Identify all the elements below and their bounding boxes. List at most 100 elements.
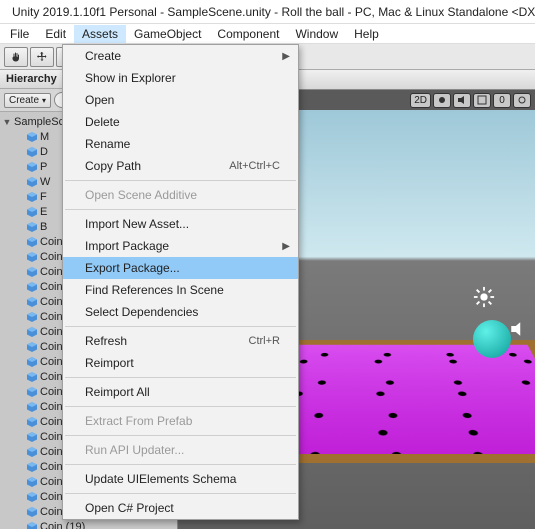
create-dropdown-button[interactable]: Create ▾ [4,93,51,108]
submenu-arrow-icon: ▶ [282,241,290,252]
gizmos-icon [517,95,527,105]
menu-item-label: Refresh [85,334,127,348]
assets-context-menu: Create ▶ Show in Explorer Open Delete Rename C… [62,44,299,520]
tree-item-label: F [40,191,47,203]
menubar-item-assets[interactable]: Assets [74,25,126,43]
menubar-item-file[interactable]: File [2,25,37,43]
move-tool-button[interactable] [30,47,54,67]
gameobject-icon [26,146,38,158]
menubar-item-gameobject[interactable]: GameObject [126,25,209,43]
menu-item-label: Run API Updater... [85,443,184,457]
prefab-icon [26,446,38,458]
menu-separator [65,493,296,494]
prefab-icon [26,371,38,383]
menu-item-rename[interactable]: Rename [63,133,298,155]
menu-item-reimport-all[interactable]: Reimport All [63,381,298,403]
tree-item-label: M [40,131,49,143]
directional-light-gizmo-icon [473,286,495,308]
menu-item-label: Export Package... [85,261,180,275]
menu-item-update-uielements-schema[interactable]: Update UIElements Schema [63,468,298,490]
tree-item-label: P [40,161,47,173]
menu-item-label: Reimport [85,356,134,370]
menu-item-open-scene-additive: Open Scene Additive [63,184,298,206]
menu-item-label: Open [85,93,114,107]
prefab-icon [26,401,38,413]
menu-item-refresh[interactable]: RefreshCtrl+R [63,330,298,352]
prefab-icon [26,491,38,503]
prefab-icon [26,296,38,308]
gameobject-icon [26,131,38,143]
gameobject-icon [26,221,38,233]
menu-item-label: Create [85,49,121,63]
prefab-icon [26,266,38,278]
gameobject-icon [26,191,38,203]
hierarchy-tab-label: Hierarchy [6,73,57,85]
menu-item-label: Find References In Scene [85,283,224,297]
menu-item-select-dependencies[interactable]: Select Dependencies [63,301,298,323]
speaker-icon [457,95,467,105]
prefab-icon [26,416,38,428]
menu-item-delete[interactable]: Delete [63,111,298,133]
menu-separator [65,435,296,436]
create-dropdown-label: Create [9,95,39,106]
fx-toggle-button[interactable] [473,93,491,108]
prefab-icon [26,476,38,488]
prefab-icon [26,431,38,443]
menu-item-export-package[interactable]: Export Package... [63,257,298,279]
prefab-icon [26,386,38,398]
hierarchy-item-coin[interactable]: Coin (19) [0,519,177,529]
menu-item-run-api-updater: Run API Updater... [63,439,298,461]
menubar: FileEditAssetsGameObjectComponentWindowH… [0,24,535,44]
menu-item-show-in-explorer[interactable]: Show in Explorer [63,67,298,89]
lighting-toggle-button[interactable] [433,93,451,108]
menu-item-copy-path[interactable]: Copy PathAlt+Ctrl+C [63,155,298,177]
submenu-arrow-icon: ▶ [282,51,290,62]
menubar-item-window[interactable]: Window [287,25,346,43]
menubar-item-edit[interactable]: Edit [37,25,74,43]
menu-item-open-c-project[interactable]: Open C# Project [63,497,298,519]
light-icon [437,95,447,105]
hand-tool-button[interactable] [4,47,28,67]
gameobject-icon [26,161,38,173]
audio-source-gizmo-icon [509,320,527,338]
menubar-item-help[interactable]: Help [346,25,387,43]
menu-separator [65,464,296,465]
menu-item-label: Import New Asset... [85,217,189,231]
tree-item-label: E [40,206,47,218]
menu-item-label: Open Scene Additive [85,188,197,202]
gizmo-size-field[interactable]: 0 [493,93,511,108]
prefab-icon [26,236,38,248]
menu-item-label: Update UIElements Schema [85,472,236,486]
menu-separator [65,406,296,407]
gameobject-icon [26,176,38,188]
menu-item-label: Open C# Project [85,501,174,515]
menu-item-find-references-in-scene[interactable]: Find References In Scene [63,279,298,301]
menu-item-extract-from-prefab: Extract From Prefab [63,410,298,432]
expand-arrow-icon[interactable]: ▼ [2,117,12,127]
menu-separator [65,326,296,327]
fx-icon [477,95,487,105]
menu-item-import-new-asset[interactable]: Import New Asset... [63,213,298,235]
menu-separator [65,209,296,210]
menu-item-label: Rename [85,137,130,151]
prefab-icon [26,521,38,529]
menu-item-label: Import Package [85,239,169,253]
audio-toggle-button[interactable] [453,93,471,108]
prefab-icon [26,506,38,518]
gizmos-dropdown-button[interactable] [513,93,531,108]
menubar-item-component[interactable]: Component [209,25,287,43]
menu-item-create[interactable]: Create ▶ [63,45,298,67]
prefab-icon [26,341,38,353]
tree-item-label: B [40,221,47,233]
menu-item-import-package[interactable]: Import Package ▶ [63,235,298,257]
window-title: Unity 2019.1.10f1 Personal - SampleScene… [12,5,535,19]
menu-item-label: Show in Explorer [85,71,176,85]
tree-item-label: Coin (19) [40,521,85,529]
menu-item-open[interactable]: Open [63,89,298,111]
menu-item-reimport[interactable]: Reimport [63,352,298,374]
tree-item-label: D [40,146,48,158]
2d-toggle-button[interactable]: 2D [410,93,431,108]
tree-item-label: W [40,176,50,188]
prefab-icon [26,461,38,473]
menu-item-label: Select Dependencies [85,305,198,319]
